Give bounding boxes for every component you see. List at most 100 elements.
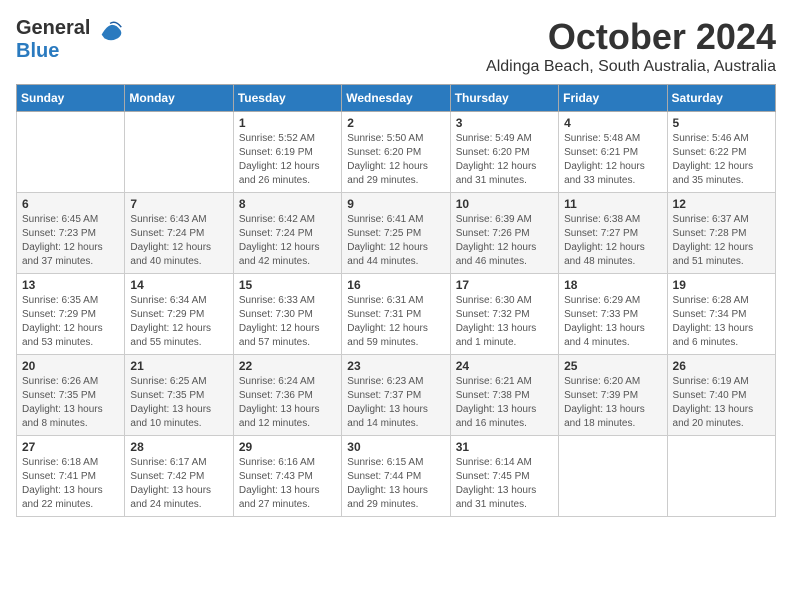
day-info: Sunrise: 5:48 AMSunset: 6:21 PMDaylight:…: [564, 132, 661, 188]
calendar-week-row: 27 Sunrise: 6:18 AMSunset: 7:41 PMDayligh…: [17, 436, 776, 517]
day-number: 4: [564, 116, 661, 130]
calendar-cell: 1 Sunrise: 5:52 AMSunset: 6:19 PMDaylight…: [233, 112, 341, 193]
day-number: 27: [22, 440, 119, 454]
calendar-cell: 13Sunrise: 6:35 AMSunset: 7:29 PMDayligh…: [17, 274, 125, 355]
day-info: Sunrise: 6:16 AMSunset: 7:43 PMDaylight:…: [239, 456, 336, 512]
day-number: 17: [456, 278, 553, 292]
calendar-cell: 14 Sunrise: 6:34 AMSunset: 7:29 PMDayligh…: [125, 274, 233, 355]
day-info: Sunrise: 6:41 AMSunset: 7:25 PMDaylight:…: [347, 213, 444, 269]
day-info: Sunrise: 5:49 AMSunset: 6:20 PMDaylight:…: [456, 132, 553, 188]
weekday-header-row: SundayMondayTuesdayWednesdayThursdayFrid…: [17, 85, 776, 112]
calendar-cell: 6 Sunrise: 6:45 AMSunset: 7:23 PMDaylight…: [17, 193, 125, 274]
day-info: Sunrise: 6:33 AMSunset: 7:30 PMDaylight:…: [239, 294, 336, 350]
weekday-header-saturday: Saturday: [667, 85, 775, 112]
day-number: 31: [456, 440, 553, 454]
day-number: 6: [22, 197, 119, 211]
calendar-cell: 19 Sunrise: 6:28 AMSunset: 7:34 PMDayligh…: [667, 274, 775, 355]
calendar-week-row: 13Sunrise: 6:35 AMSunset: 7:29 PMDayligh…: [17, 274, 776, 355]
calendar-cell: 24 Sunrise: 6:21 AMSunset: 7:38 PMDayligh…: [450, 355, 558, 436]
day-number: 22: [239, 359, 336, 373]
day-info: Sunrise: 6:23 AMSunset: 7:37 PMDaylight:…: [347, 375, 444, 431]
day-number: 11: [564, 197, 661, 211]
calendar-cell: 8 Sunrise: 6:42 AMSunset: 7:24 PMDaylight…: [233, 193, 341, 274]
day-number: 13: [22, 278, 119, 292]
calendar-cell: 2Sunrise: 5:50 AMSunset: 6:20 PMDaylight…: [342, 112, 450, 193]
day-number: 30: [347, 440, 444, 454]
day-number: 23: [347, 359, 444, 373]
day-number: 24: [456, 359, 553, 373]
day-number: 12: [673, 197, 770, 211]
logo: General Blue: [16, 16, 125, 63]
weekday-header-thursday: Thursday: [450, 85, 558, 112]
calendar-cell: 10 Sunrise: 6:39 AMSunset: 7:26 PMDayligh…: [450, 193, 558, 274]
day-info: Sunrise: 6:43 AMSunset: 7:24 PMDaylight:…: [130, 213, 227, 269]
calendar-cell: [125, 112, 233, 193]
day-number: 16: [347, 278, 444, 292]
day-number: 10: [456, 197, 553, 211]
calendar-cell: 3 Sunrise: 5:49 AMSunset: 6:20 PMDaylight…: [450, 112, 558, 193]
day-number: 14: [130, 278, 227, 292]
day-number: 5: [673, 116, 770, 130]
calendar-cell: 9Sunrise: 6:41 AMSunset: 7:25 PMDaylight…: [342, 193, 450, 274]
calendar-cell: 17 Sunrise: 6:30 AMSunset: 7:32 PMDayligh…: [450, 274, 558, 355]
day-info: Sunrise: 5:52 AMSunset: 6:19 PMDaylight:…: [239, 132, 336, 188]
weekday-header-wednesday: Wednesday: [342, 85, 450, 112]
calendar-cell: 26 Sunrise: 6:19 AMSunset: 7:40 PMDayligh…: [667, 355, 775, 436]
calendar-cell: 16Sunrise: 6:31 AMSunset: 7:31 PMDayligh…: [342, 274, 450, 355]
day-number: 21: [130, 359, 227, 373]
calendar-cell: 27 Sunrise: 6:18 AMSunset: 7:41 PMDayligh…: [17, 436, 125, 517]
title-block: October 2024 Aldinga Beach, South Austra…: [486, 16, 776, 76]
day-number: 7: [130, 197, 227, 211]
calendar-cell: 12Sunrise: 6:37 AMSunset: 7:28 PMDayligh…: [667, 193, 775, 274]
day-info: Sunrise: 6:42 AMSunset: 7:24 PMDaylight:…: [239, 213, 336, 269]
calendar-cell: [667, 436, 775, 517]
day-number: 29: [239, 440, 336, 454]
day-info: Sunrise: 6:30 AMSunset: 7:32 PMDaylight:…: [456, 294, 553, 350]
day-number: 8: [239, 197, 336, 211]
day-number: 18: [564, 278, 661, 292]
day-info: Sunrise: 6:38 AMSunset: 7:27 PMDaylight:…: [564, 213, 661, 269]
day-info: Sunrise: 6:28 AMSunset: 7:34 PMDaylight:…: [673, 294, 770, 350]
day-info: Sunrise: 6:19 AMSunset: 7:40 PMDaylight:…: [673, 375, 770, 431]
day-info: Sunrise: 6:21 AMSunset: 7:38 PMDaylight:…: [456, 375, 553, 431]
calendar-cell: 20Sunrise: 6:26 AMSunset: 7:35 PMDayligh…: [17, 355, 125, 436]
day-info: Sunrise: 6:18 AMSunset: 7:41 PMDaylight:…: [22, 456, 119, 512]
calendar-cell: [559, 436, 667, 517]
weekday-header-friday: Friday: [559, 85, 667, 112]
month-title: October 2024: [486, 16, 776, 58]
day-number: 15: [239, 278, 336, 292]
day-number: 1: [239, 116, 336, 130]
calendar-cell: 5Sunrise: 5:46 AMSunset: 6:22 PMDaylight…: [667, 112, 775, 193]
day-number: 3: [456, 116, 553, 130]
calendar-week-row: 20Sunrise: 6:26 AMSunset: 7:35 PMDayligh…: [17, 355, 776, 436]
day-info: Sunrise: 6:29 AMSunset: 7:33 PMDaylight:…: [564, 294, 661, 350]
day-info: Sunrise: 6:15 AMSunset: 7:44 PMDaylight:…: [347, 456, 444, 512]
calendar-cell: [17, 112, 125, 193]
calendar-cell: 30 Sunrise: 6:15 AMSunset: 7:44 PMDayligh…: [342, 436, 450, 517]
day-info: Sunrise: 6:17 AMSunset: 7:42 PMDaylight:…: [130, 456, 227, 512]
calendar-cell: 31 Sunrise: 6:14 AMSunset: 7:45 PMDayligh…: [450, 436, 558, 517]
day-info: Sunrise: 6:39 AMSunset: 7:26 PMDaylight:…: [456, 213, 553, 269]
day-info: Sunrise: 6:34 AMSunset: 7:29 PMDaylight:…: [130, 294, 227, 350]
weekday-header-monday: Monday: [125, 85, 233, 112]
day-info: Sunrise: 6:14 AMSunset: 7:45 PMDaylight:…: [456, 456, 553, 512]
calendar-cell: 28Sunrise: 6:17 AMSunset: 7:42 PMDayligh…: [125, 436, 233, 517]
day-number: 25: [564, 359, 661, 373]
calendar-week-row: 1 Sunrise: 5:52 AMSunset: 6:19 PMDaylight…: [17, 112, 776, 193]
weekday-header-tuesday: Tuesday: [233, 85, 341, 112]
weekday-header-sunday: Sunday: [17, 85, 125, 112]
logo-icon: [97, 16, 125, 44]
day-info: Sunrise: 6:20 AMSunset: 7:39 PMDaylight:…: [564, 375, 661, 431]
calendar-week-row: 6 Sunrise: 6:45 AMSunset: 7:23 PMDaylight…: [17, 193, 776, 274]
calendar-cell: 25 Sunrise: 6:20 AMSunset: 7:39 PMDayligh…: [559, 355, 667, 436]
day-number: 2: [347, 116, 444, 130]
day-number: 26: [673, 359, 770, 373]
calendar-cell: 23 Sunrise: 6:23 AMSunset: 7:37 PMDayligh…: [342, 355, 450, 436]
location-title: Aldinga Beach, South Australia, Australi…: [486, 58, 776, 76]
calendar-cell: 11 Sunrise: 6:38 AMSunset: 7:27 PMDayligh…: [559, 193, 667, 274]
page-header: General Blue October 2024 Aldinga Beach,…: [16, 16, 776, 76]
day-info: Sunrise: 6:24 AMSunset: 7:36 PMDaylight:…: [239, 375, 336, 431]
day-info: Sunrise: 6:45 AMSunset: 7:23 PMDaylight:…: [22, 213, 119, 269]
calendar-table: SundayMondayTuesdayWednesdayThursdayFrid…: [16, 84, 776, 517]
day-number: 19: [673, 278, 770, 292]
